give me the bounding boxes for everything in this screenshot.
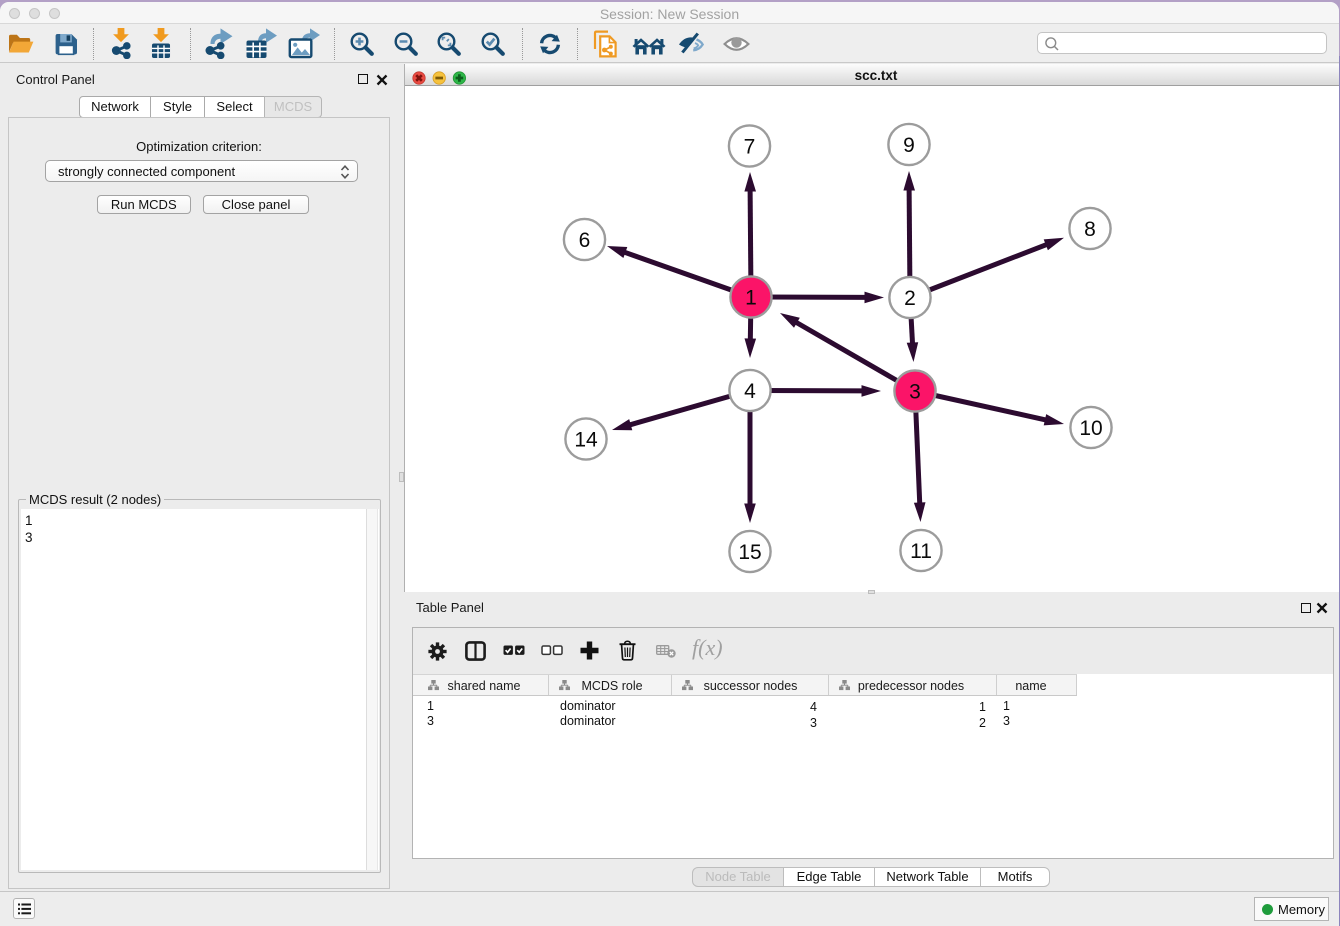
svg-text:7: 7	[744, 136, 756, 159]
svg-text:4: 4	[744, 380, 756, 403]
svg-text:15: 15	[738, 541, 761, 564]
svg-text:1: 1	[745, 287, 757, 310]
svg-text:8: 8	[1084, 218, 1096, 241]
svg-text:14: 14	[574, 429, 598, 452]
svg-text:11: 11	[910, 540, 932, 563]
svg-text:9: 9	[903, 134, 915, 157]
svg-text:2: 2	[904, 287, 916, 310]
svg-text:3: 3	[909, 381, 921, 404]
svg-text:6: 6	[579, 229, 591, 252]
svg-text:10: 10	[1079, 417, 1102, 440]
